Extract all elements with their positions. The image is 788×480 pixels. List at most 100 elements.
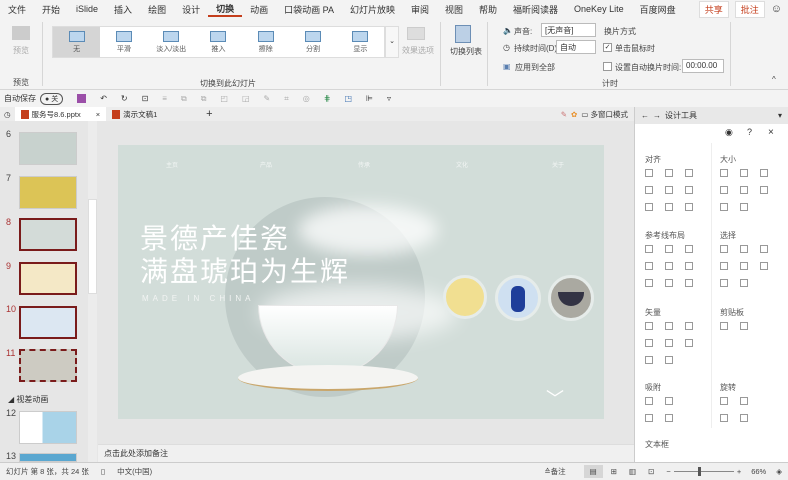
tool-icon[interactable] <box>760 262 768 270</box>
tool-icon[interactable] <box>685 322 693 330</box>
auto-after-checkbox[interactable] <box>603 62 612 71</box>
share-button[interactable]: 共享 <box>698 0 729 18</box>
slideshow-icon[interactable]: ⊡ <box>648 467 654 476</box>
new-tab-button[interactable]: + <box>201 108 217 120</box>
tool-icon[interactable] <box>645 356 653 364</box>
tool-icon[interactable] <box>645 322 653 330</box>
slide-thumb-12[interactable] <box>19 411 77 444</box>
fit-slide-icon[interactable]: ◈ <box>776 467 782 476</box>
tool-icon[interactable] <box>645 339 653 347</box>
tool-icon[interactable] <box>645 279 653 287</box>
slide-thumb-8[interactable] <box>19 218 77 251</box>
reading-view-icon[interactable]: ▥ <box>629 467 636 476</box>
customize-qat-icon[interactable]: ▿ <box>387 94 391 103</box>
tool-icon[interactable] <box>720 414 728 422</box>
transition-wipe[interactable]: 擦除 <box>242 27 289 57</box>
history-icon[interactable]: ◷ <box>0 110 15 119</box>
tool-icon[interactable] <box>685 203 693 211</box>
align-icon[interactable]: ≡ <box>162 94 167 103</box>
slide-thumb-6[interactable] <box>19 132 77 165</box>
edit-shape-icon[interactable]: ✎ <box>264 94 271 103</box>
tool-icon[interactable] <box>685 279 693 287</box>
menu-onekey[interactable]: OneKey Lite <box>566 4 632 14</box>
apply-all-button[interactable]: 应用到全部 <box>515 62 555 73</box>
tool-icon[interactable] <box>740 203 748 211</box>
tool-icon[interactable] <box>740 169 748 177</box>
tool-icon[interactable] <box>685 262 693 270</box>
tool-icon[interactable] <box>645 245 653 253</box>
tool-icon[interactable] <box>665 169 673 177</box>
zoom-slider[interactable]: − + <box>666 467 741 476</box>
tool-icon[interactable] <box>665 339 673 347</box>
redo-icon[interactable]: ↻ <box>121 94 128 103</box>
menu-foxit[interactable]: 福昕阅读器 <box>505 3 566 16</box>
tool-icon[interactable] <box>720 203 728 211</box>
menu-insert[interactable]: 插入 <box>106 3 140 16</box>
tool-icon[interactable] <box>740 414 748 422</box>
shape-fill-icon[interactable]: ◳ <box>344 94 352 103</box>
tool-icon[interactable] <box>740 397 748 405</box>
slide-thumb-7[interactable] <box>19 176 77 209</box>
slide-sorter-icon[interactable]: ⊞ <box>611 467 617 476</box>
tool-icon[interactable] <box>720 169 728 177</box>
tool-icon[interactable] <box>720 397 728 405</box>
menu-review[interactable]: 审阅 <box>403 3 437 16</box>
transition-list-button[interactable]: 切换列表 <box>450 46 482 57</box>
settings-icon[interactable]: ✿ <box>567 110 581 119</box>
menu-draw[interactable]: 绘图 <box>140 3 174 16</box>
tool-icon[interactable] <box>685 245 693 253</box>
doc-tab[interactable]: 演示文稿1 <box>106 107 201 121</box>
slide-thumb-9[interactable] <box>19 262 77 295</box>
shape-icon[interactable]: ◎ <box>303 94 310 103</box>
menu-view[interactable]: 视图 <box>437 3 471 16</box>
tool-icon[interactable] <box>665 245 673 253</box>
tool-icon[interactable] <box>720 245 728 253</box>
slide-thumb-13[interactable] <box>19 453 77 462</box>
tool-icon[interactable] <box>665 186 673 194</box>
notes-pane[interactable]: 点击此处添加备注 <box>98 444 634 462</box>
tool-icon[interactable] <box>685 186 693 194</box>
slide-thumb-10[interactable] <box>19 306 77 339</box>
transition-morph[interactable]: 平滑 <box>100 27 147 57</box>
close-panel-icon[interactable]: × <box>768 127 774 138</box>
auto-time-input[interactable]: 00:00.00 <box>682 59 724 73</box>
tool-icon[interactable] <box>740 322 748 330</box>
tool-icon[interactable] <box>685 169 693 177</box>
tool-icon[interactable] <box>720 186 728 194</box>
transition-reveal[interactable]: 显示 <box>337 27 384 57</box>
crop-icon[interactable]: ⌗ <box>284 94 289 104</box>
gallery-more-button[interactable]: ⌄ <box>385 26 399 58</box>
menu-islide[interactable]: iSlide <box>68 4 106 14</box>
tool-icon[interactable] <box>665 262 673 270</box>
tool-icon[interactable] <box>720 322 728 330</box>
align-left-icon[interactable]: ⊫ <box>366 94 373 103</box>
transition-none[interactable]: 无 <box>53 27 101 57</box>
menu-file[interactable]: 文件 <box>0 3 34 16</box>
help-icon[interactable]: ? <box>747 127 752 137</box>
collapse-ribbon-icon[interactable]: ^ <box>772 75 776 84</box>
slide-thumb-11[interactable] <box>19 349 77 382</box>
sound-dropdown[interactable]: [无声音] <box>541 23 596 37</box>
tool-icon[interactable] <box>645 414 653 422</box>
tool-icon[interactable] <box>685 339 693 347</box>
tool-icon[interactable] <box>720 262 728 270</box>
undo-icon[interactable]: ↶ <box>100 94 107 103</box>
transition-split[interactable]: 分割 <box>289 27 336 57</box>
tool-icon[interactable] <box>740 245 748 253</box>
multiwindow-button[interactable]: ▭ 多窗口模式 <box>581 109 628 120</box>
send-back-icon[interactable]: ◲ <box>242 94 250 103</box>
present-icon[interactable]: ⊡ <box>142 94 149 103</box>
menu-baidu[interactable]: 百度网盘 <box>632 3 684 16</box>
ungroup-icon[interactable]: ⧉ <box>201 94 207 104</box>
transition-push[interactable]: 推入 <box>195 27 242 57</box>
tool-icon[interactable] <box>740 186 748 194</box>
tool-icon[interactable] <box>760 169 768 177</box>
grid-icon[interactable]: ⋕ <box>324 94 331 103</box>
tool-icon[interactable] <box>665 203 673 211</box>
menu-help[interactable]: 帮助 <box>471 3 505 16</box>
tool-icon[interactable] <box>665 397 673 405</box>
language[interactable]: 中文(中国) <box>105 466 152 477</box>
autosave-toggle[interactable]: ● 关 <box>40 92 64 105</box>
chevron-down-icon[interactable]: ﹀ <box>546 385 564 411</box>
panel-menu-icon[interactable]: ▾ <box>778 111 782 120</box>
